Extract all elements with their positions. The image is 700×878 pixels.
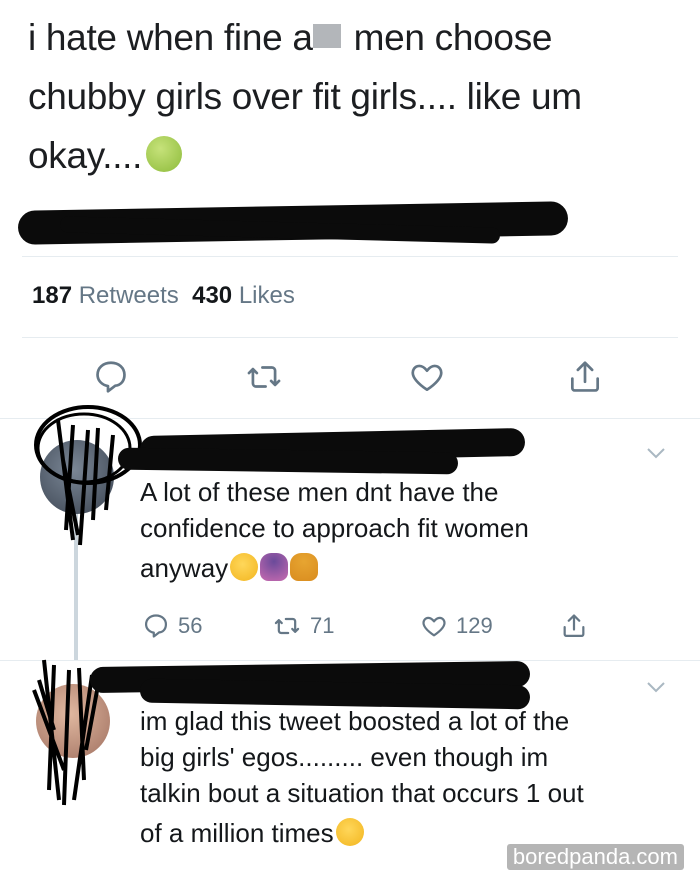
tweet-line-1-start: i hate when fine a <box>28 17 313 58</box>
redacted-handle <box>117 447 459 475</box>
reply-1-share-button[interactable] <box>560 612 588 640</box>
share-button[interactable] <box>566 358 604 396</box>
like-button[interactable] <box>408 358 446 396</box>
retweet-icon <box>247 366 281 388</box>
shrug-woman-emoji-icon <box>260 553 289 582</box>
share-icon <box>570 361 600 392</box>
retweets-count[interactable]: 187 <box>32 282 72 309</box>
share-icon <box>563 614 585 638</box>
like-count: 129 <box>456 613 493 638</box>
reply-icon <box>96 361 126 393</box>
tweet-line-3: okay.... <box>28 126 668 185</box>
reply-1-line-3-text: anyway <box>140 553 229 583</box>
eye-roll-emoji-icon <box>335 818 364 847</box>
divider <box>22 337 678 338</box>
heart-icon <box>422 616 446 637</box>
tweet-stats: 187 Retweets 430 Likes <box>32 282 295 310</box>
divider <box>22 256 678 257</box>
chevron-down-icon[interactable] <box>644 444 668 462</box>
reply-1-reply-button[interactable]: 56 <box>142 612 202 640</box>
tweet-line-3-text: okay.... <box>28 135 143 176</box>
reply-2-line-3: talkin bout a situation that occurs 1 ou… <box>140 778 584 808</box>
retweets-label[interactable]: Retweets <box>79 282 179 309</box>
retweet-icon <box>274 617 300 635</box>
retweet-button[interactable] <box>244 358 284 396</box>
heart-icon <box>411 364 443 392</box>
nauseated-face-emoji-icon <box>146 136 183 173</box>
reply-2-line-4-text: of a million times <box>140 818 334 848</box>
watermark: boredpanda.com <box>506 844 684 870</box>
reply-1-retweet-button[interactable]: 71 <box>272 612 334 640</box>
reply-1-line-2: confidence to approach fit women <box>140 513 529 543</box>
reply-1-like-button[interactable]: 129 <box>420 612 493 640</box>
likes-count[interactable]: 430 <box>192 282 232 309</box>
reply-2-text: im glad this tweet boosted a lot of the … <box>140 703 660 851</box>
reply-2-line-1: im glad this tweet boosted a lot of the <box>140 706 570 736</box>
likes-label[interactable]: Likes <box>239 282 295 309</box>
reply-1-line-1: A lot of these men dnt have the <box>140 477 499 507</box>
tweet-line-1: i hate when fine a men choose <box>28 8 668 67</box>
tweet-line-2: chubby girls over fit girls.... like um <box>28 76 582 117</box>
reply-count: 56 <box>178 613 203 638</box>
main-tweet-text: i hate when fine a men choose chubby gir… <box>28 8 668 185</box>
reply-1-text: A lot of these men dnt have the confiden… <box>140 474 660 586</box>
reply-1-line-3: anyway <box>140 550 660 586</box>
crying-face-emoji-icon <box>230 553 259 582</box>
chevron-down-icon[interactable] <box>644 678 668 696</box>
reply-icon <box>144 614 168 638</box>
tweet-line-1-end: men choose <box>343 17 553 58</box>
retweet-count: 71 <box>310 613 335 638</box>
avatar-scribble <box>34 405 142 546</box>
tipping-hand-woman-emoji-icon <box>290 553 319 582</box>
reply-2-line-2: big girls' egos......... even though im <box>140 742 549 772</box>
censor-box <box>312 24 341 49</box>
reply-button[interactable] <box>92 358 130 396</box>
